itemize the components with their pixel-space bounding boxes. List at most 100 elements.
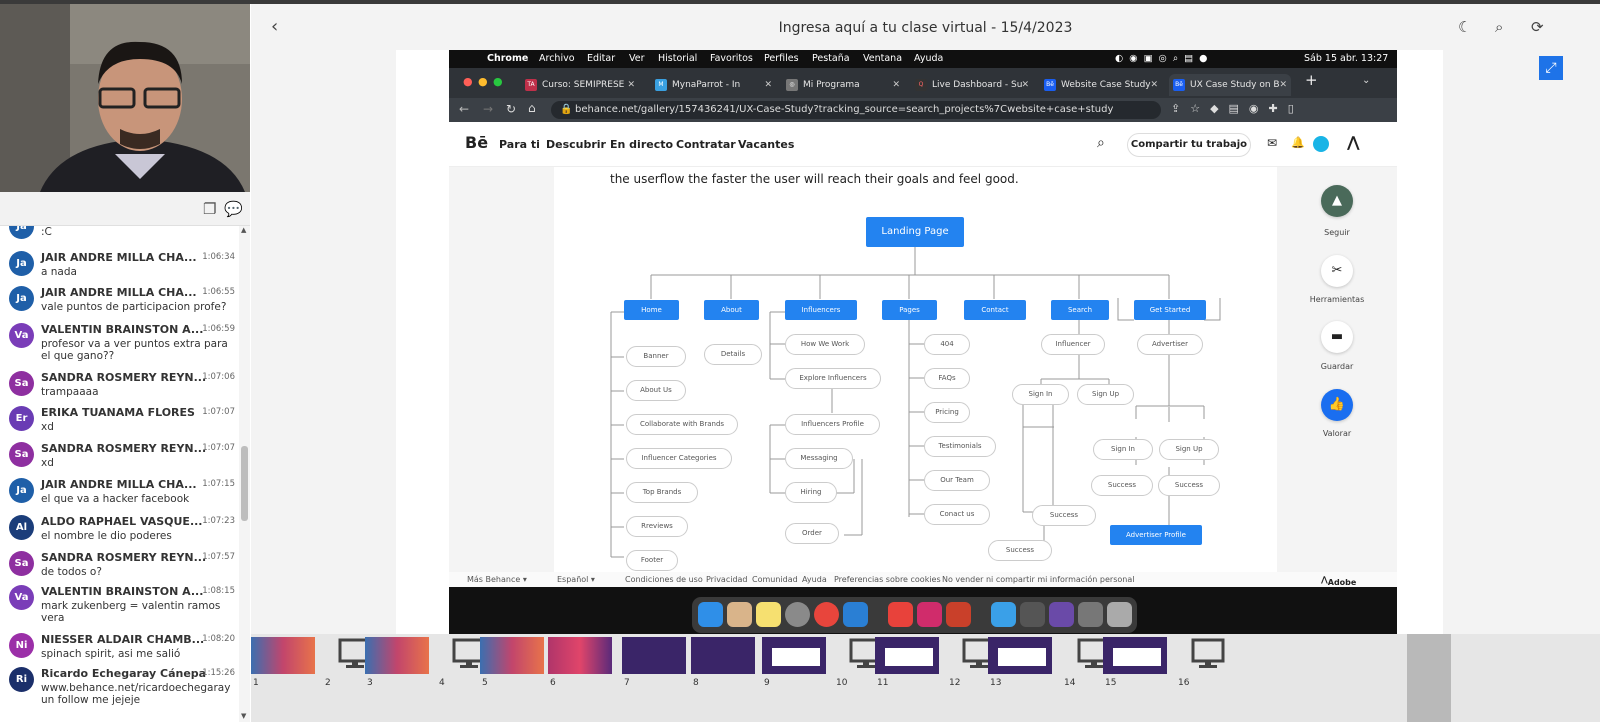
footer-more-behance[interactable]: Más Behance ▾ xyxy=(467,575,527,584)
get-started-subnode: Success xyxy=(1091,475,1153,496)
folder-app-icon[interactable] xyxy=(991,602,1016,627)
slide-number: 13 xyxy=(990,678,1002,688)
slide-thumbnail[interactable] xyxy=(251,637,315,674)
tab-website-case-study[interactable]: Bē Website Case Study ✕ xyxy=(1040,74,1162,96)
minimize-window-icon[interactable]: ● xyxy=(478,75,488,88)
scroll-down-icon[interactable]: ▼ xyxy=(241,712,246,720)
slide-thumbnail[interactable] xyxy=(691,637,755,674)
scroll-up-icon[interactable]: ▲ xyxy=(241,226,246,234)
rotate-icon[interactable]: ⟳ xyxy=(1531,18,1544,36)
folder-icon[interactable]: ▬ xyxy=(1321,321,1353,353)
url-field[interactable]: 🔒 behance.net/gallery/157436241/UX-Case-S… xyxy=(551,101,1161,119)
finder-icon[interactable] xyxy=(698,602,723,627)
footer-adobe[interactable]: ⋀ Adobe xyxy=(1321,575,1356,587)
maximize-window-icon[interactable]: ● xyxy=(493,75,503,88)
monitor-icon xyxy=(1191,638,1225,668)
share-work-button[interactable]: Compartir tu trabajo xyxy=(1127,133,1251,157)
bell-icon[interactable]: 🔔 xyxy=(1291,136,1305,149)
trash-icon[interactable] xyxy=(1107,602,1132,627)
appreciate-label[interactable]: Valorar xyxy=(1277,429,1397,438)
back-icon[interactable]: ← xyxy=(459,102,469,116)
forward-icon[interactable]: → xyxy=(483,102,493,116)
launchpad-icon[interactable] xyxy=(727,602,752,627)
notes-icon[interactable] xyxy=(756,602,781,627)
reload-icon[interactable]: ↻ xyxy=(506,102,516,116)
chat-bubbles-icon[interactable]: 💬 xyxy=(224,200,243,218)
nav-descubrir[interactable]: Descubrir xyxy=(546,138,606,151)
footer-terms[interactable]: Condiciones de uso xyxy=(625,575,703,584)
tab-ux-case-study[interactable]: Bē UX Case Study on B ✕ xyxy=(1169,74,1291,96)
avatar: Ja xyxy=(9,226,34,239)
close-window-icon[interactable]: ● xyxy=(463,75,473,88)
slide-number: 12 xyxy=(949,678,961,688)
slide-thumbnail[interactable] xyxy=(875,637,939,674)
like-icon[interactable]: 👍 xyxy=(1321,389,1353,421)
mail-icon[interactable]: ✉ xyxy=(1267,136,1277,150)
settings-icon[interactable] xyxy=(785,602,810,627)
copy-icon[interactable]: ❐ xyxy=(203,200,216,218)
webcam-video xyxy=(0,4,250,192)
chrome-icon[interactable] xyxy=(814,602,839,627)
window-thumb-2-icon[interactable] xyxy=(1049,602,1074,627)
tab-curso[interactable]: TA Curso: SEMIPRESE ✕ xyxy=(521,74,639,96)
tab-list-icon[interactable]: ⌄ xyxy=(1362,75,1370,86)
nav-contratar[interactable]: Contratar xyxy=(676,138,736,151)
nav-en-directo[interactable]: En directo xyxy=(610,138,673,151)
slide-thumbnail[interactable] xyxy=(548,637,612,674)
footer-privacy[interactable]: Privacidad xyxy=(706,575,748,584)
window-thumb-icon[interactable] xyxy=(1020,602,1045,627)
search-icon[interactable]: ⌕ xyxy=(1495,18,1503,36)
slide-thumbnail[interactable] xyxy=(1103,637,1167,674)
follow-label[interactable]: Seguir xyxy=(1277,228,1397,237)
tools-label[interactable]: Herramientas xyxy=(1277,295,1397,304)
nav-para-ti[interactable]: Para ti xyxy=(499,138,540,151)
powerpoint-icon[interactable] xyxy=(946,602,971,627)
tools-icon[interactable]: ✂ xyxy=(1321,255,1353,287)
footer-cookies[interactable]: Preferencias sobre cookies xyxy=(834,575,941,584)
case-study-canvas: the userflow the faster the user will re… xyxy=(554,167,1277,572)
behance-footer: Más Behance ▾ Español ▾ Condiciones de u… xyxy=(449,572,1397,587)
behance-logo[interactable]: Bē xyxy=(465,133,488,152)
message-text: el que va a hacker facebook xyxy=(41,493,190,505)
home-icon[interactable]: ⌂ xyxy=(528,101,536,115)
footer-do-not-sell[interactable]: No vender ni compartir mi información pe… xyxy=(942,575,1134,584)
vscode-icon[interactable] xyxy=(843,602,868,627)
browser-extension-icons[interactable]: ⇪☆◆▤◉✚▯ xyxy=(1171,102,1304,115)
search-subnode: Success xyxy=(1032,505,1096,526)
header: ‹ Ingresa aquí a tu clase virtual - 15/4… xyxy=(251,4,1600,50)
expand-icon[interactable]: ⤢ xyxy=(1539,56,1563,80)
slide-thumbnail[interactable] xyxy=(762,637,826,674)
creative-cloud-icon[interactable] xyxy=(917,602,942,627)
avatar: Ja xyxy=(9,286,34,311)
sender-name: JAIR ANDRE MILLA CHA... xyxy=(41,478,197,491)
window-thumb-3-icon[interactable] xyxy=(1078,602,1103,627)
about-subnode: Details xyxy=(704,344,762,365)
slide-thumbnail[interactable] xyxy=(365,637,429,674)
search-icon[interactable]: ⌕ xyxy=(1097,135,1105,151)
moon-icon[interactable]: ☾ xyxy=(1458,18,1471,36)
new-tab-icon[interactable]: + xyxy=(1305,71,1318,89)
tab-mynaparrot[interactable]: M MynaParrot - In ✕ xyxy=(651,74,776,96)
creator-avatar[interactable]: ▲ xyxy=(1321,185,1353,217)
current-slide-highlight xyxy=(1407,634,1451,722)
tab-mi-programa[interactable]: ◎ Mi Programa ✕ xyxy=(782,74,904,96)
webcam-person xyxy=(0,4,250,192)
footer-help[interactable]: Ayuda xyxy=(802,575,827,584)
anydesk-icon[interactable] xyxy=(888,602,913,627)
nav-vacantes[interactable]: Vacantes xyxy=(738,138,794,151)
chat-scrollbar[interactable]: ▲ ▼ xyxy=(239,226,250,722)
avatar: Sa xyxy=(9,442,34,467)
footer-community[interactable]: Comunidad xyxy=(752,575,798,584)
tab-live-dashboard[interactable]: Q Live Dashboard - Su ✕ xyxy=(911,74,1033,96)
message-text: vale puntos de participacion profe? xyxy=(41,301,227,313)
slide-thumbnail[interactable] xyxy=(1176,637,1240,674)
avatar: Va xyxy=(9,323,34,348)
footer-language[interactable]: Español ▾ xyxy=(557,575,595,584)
avatar[interactable] xyxy=(1313,136,1329,152)
slide-thumbnail[interactable] xyxy=(988,637,1052,674)
scroll-thumb[interactable] xyxy=(241,446,248,521)
slide-thumbnail[interactable] xyxy=(480,637,544,674)
adobe-icon[interactable]: ⋀ xyxy=(1347,133,1360,151)
slide-thumbnail[interactable] xyxy=(622,637,686,674)
save-label[interactable]: Guardar xyxy=(1277,362,1397,371)
